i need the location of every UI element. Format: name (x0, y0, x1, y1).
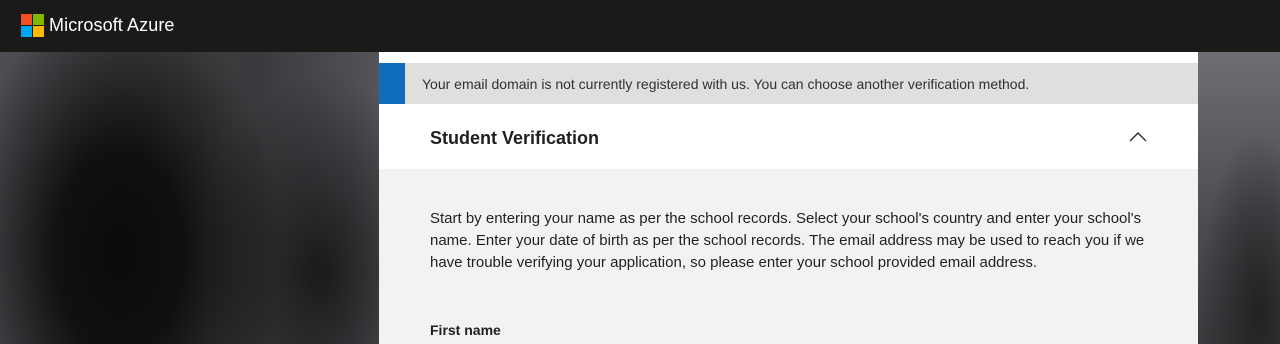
first-name-label: First name (430, 322, 501, 338)
blurred-background-right (1198, 52, 1280, 344)
panel-top-strip (379, 52, 1198, 63)
logo-square-blue (21, 26, 32, 37)
notice-accent-bar (379, 63, 405, 104)
logo-square-green (33, 14, 44, 25)
verification-panel: Your email domain is not currently regis… (379, 52, 1198, 344)
chevron-up-icon[interactable] (1127, 126, 1149, 148)
section-description: Start by entering your name as per the s… (430, 210, 1145, 271)
section-header[interactable]: Student Verification (379, 104, 1198, 169)
logo-square-yellow (33, 26, 44, 37)
top-bar: Microsoft Azure (0, 0, 1280, 52)
brand-name[interactable]: Microsoft Azure (49, 13, 175, 37)
notice-text: Your email domain is not currently regis… (422, 76, 1030, 92)
notice-banner: Your email domain is not currently regis… (379, 63, 1198, 104)
logo-square-red (21, 14, 32, 25)
section-title: Student Verification (430, 128, 600, 148)
microsoft-logo-icon (21, 14, 44, 37)
